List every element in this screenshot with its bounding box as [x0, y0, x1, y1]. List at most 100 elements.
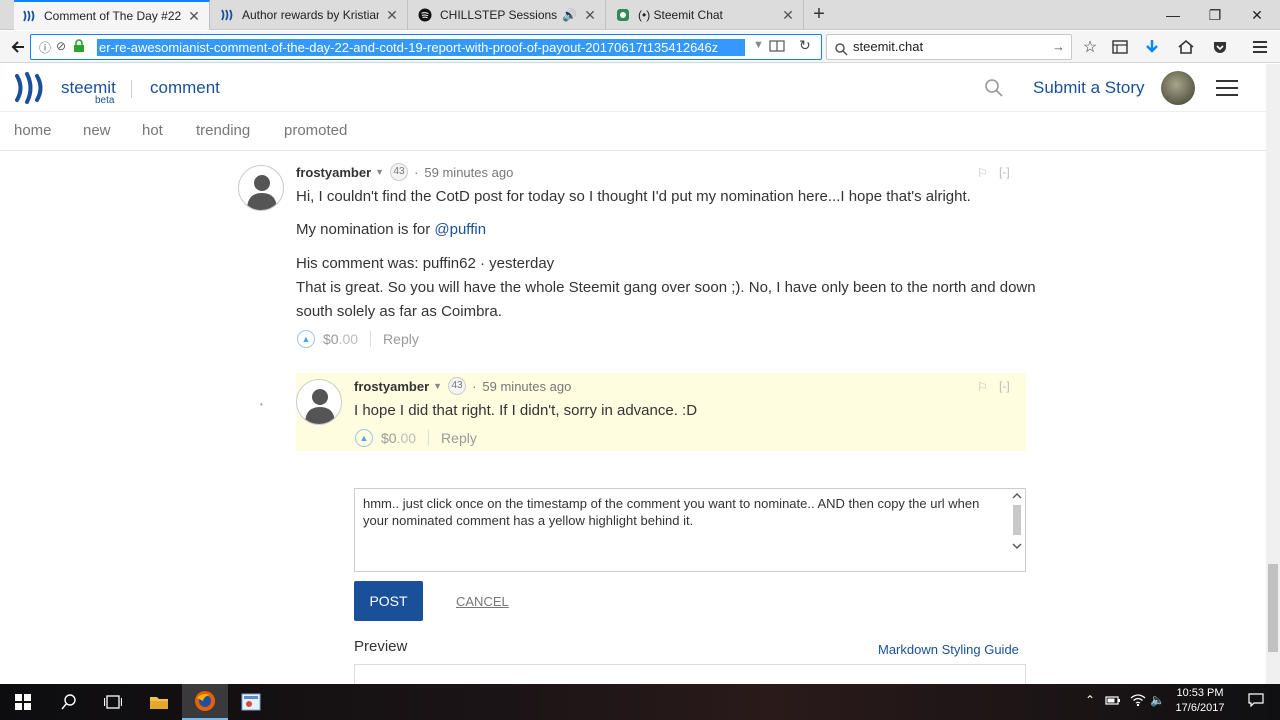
flag-icon[interactable]: ⚐ [977, 380, 988, 394]
bookmark-star-icon[interactable]: ☆ [1078, 35, 1102, 59]
submit-story-link[interactable]: Submit a Story [1033, 78, 1145, 98]
browser-tab-2[interactable]: Author rewards by Kristian K ✕ [212, 0, 408, 30]
library-icon[interactable] [1108, 35, 1132, 59]
speaker-icon[interactable]: 🔊 [562, 8, 577, 22]
marker-dot: • [260, 400, 263, 409]
author-dropdown-icon[interactable]: ▼ [433, 381, 442, 391]
close-tab-icon[interactable]: ✕ [781, 7, 795, 24]
comment-timestamp[interactable]: 59 minutes ago [482, 379, 571, 394]
comment-author[interactable]: frostyamber [296, 165, 371, 180]
nav-new[interactable]: new [83, 122, 111, 139]
system-clock[interactable]: 10:53 PM 17/6/2017 [1166, 686, 1234, 716]
notifications-icon[interactable] [1248, 693, 1264, 711]
address-bar[interactable]: ⓘ ⊘ er-re-awesomianist-comment-of-the-da… [30, 34, 822, 60]
author-dropdown-icon[interactable]: ▼ [375, 167, 384, 177]
reply-textarea[interactable]: hmm.. just click once on the timestamp o… [354, 488, 1026, 572]
browser-tab-3[interactable]: CHILLSTEP Sessions - Pu 🔊 ✕ [410, 0, 606, 30]
markdown-guide-link[interactable]: Markdown Styling Guide [878, 642, 1019, 657]
blocked-icon[interactable]: ⊘ [56, 39, 66, 53]
close-tab-icon[interactable]: ✕ [583, 7, 597, 24]
cancel-button[interactable]: CANCEL [456, 594, 509, 609]
close-tab-icon[interactable]: ✕ [187, 8, 201, 25]
search-go-icon[interactable]: → [1052, 35, 1065, 59]
payout-amount[interactable]: $0.00 [323, 331, 358, 347]
collapse-toggle[interactable]: [-] [999, 379, 1010, 393]
windows-start-icon[interactable] [0, 684, 46, 720]
paint-app-icon[interactable] [228, 684, 274, 720]
browser-menu-icon[interactable] [1248, 35, 1272, 59]
tab-title: Comment of The Day #22 -- [44, 9, 181, 23]
search-value: steemit.chat [853, 39, 924, 54]
post-button[interactable]: POST [354, 581, 423, 621]
textarea-scrollbar[interactable] [1011, 491, 1023, 551]
network-icon[interactable] [1130, 693, 1146, 711]
nav-home[interactable]: home [14, 122, 52, 139]
menu-icon[interactable] [1216, 80, 1238, 96]
url-text[interactable]: er-re-awesomianist-comment-of-the-day-22… [97, 39, 745, 56]
nav-trending[interactable]: trending [196, 122, 250, 139]
battery-icon[interactable] [1105, 693, 1121, 711]
reputation-badge: 43 [390, 163, 409, 181]
tab-title: CHILLSTEP Sessions - Pu [440, 8, 558, 22]
user-avatar[interactable] [1161, 71, 1195, 105]
file-explorer-icon[interactable] [136, 684, 182, 720]
windows-taskbar: ⌃ 🔈 10:53 PM 17/6/2017 [0, 684, 1280, 720]
browser-tab-1[interactable]: Comment of The Day #22 -- ✕ [14, 0, 210, 30]
tab-title: (•) Steemit Chat [638, 8, 723, 22]
minimize-icon[interactable]: — [1150, 0, 1196, 30]
preview-panel [354, 664, 1026, 684]
volume-icon[interactable]: 🔈 [1150, 693, 1165, 711]
site-header: steemit beta comment Submit a Story [0, 64, 1266, 112]
comment-paragraph: My nomination is for @puffin [296, 221, 487, 238]
spotify-favicon-icon [418, 8, 432, 22]
section-title: comment [150, 78, 220, 97]
nav-hot[interactable]: hot [142, 122, 163, 139]
comment-author[interactable]: frostyamber [354, 379, 429, 394]
browser-search-input[interactable]: steemit.chat → [826, 34, 1072, 60]
comment-quote: His comment was: puffin62 · yesterday Th… [296, 255, 1036, 320]
flag-icon[interactable]: ⚐ [977, 166, 988, 180]
pocket-icon[interactable] [1208, 35, 1232, 59]
comment-actions: ▲ $0.00 Reply [297, 330, 419, 348]
payout-amount[interactable]: $0.00 [381, 430, 416, 446]
reader-view-icon[interactable] [769, 39, 785, 58]
close-tab-icon[interactable]: ✕ [385, 7, 399, 24]
reply-link[interactable]: Reply [383, 331, 419, 347]
tab-title: Author rewards by Kristian K [242, 8, 379, 22]
window-close-icon[interactable]: ✕ [1234, 0, 1280, 30]
reputation-badge: 43 [448, 377, 467, 395]
user-avatar-placeholder-icon[interactable] [296, 379, 342, 425]
new-tab-icon[interactable]: + [808, 4, 830, 26]
steemit-logo-icon[interactable] [12, 70, 48, 106]
mention-link[interactable]: @puffin [434, 221, 486, 238]
comment-meta: frostyamber ▼ 43 · 59 minutes ago [354, 377, 572, 395]
download-icon[interactable] [1140, 35, 1164, 59]
search-icon [835, 40, 848, 64]
upvote-icon[interactable]: ▲ [355, 429, 373, 447]
home-icon[interactable] [1174, 35, 1198, 59]
upvote-icon[interactable]: ▲ [297, 330, 315, 348]
comment-timestamp[interactable]: 59 minutes ago [424, 165, 513, 180]
scrollbar-thumb[interactable] [1268, 564, 1278, 652]
info-icon[interactable]: ⓘ [39, 39, 51, 56]
lock-icon[interactable] [73, 39, 85, 58]
search-icon[interactable] [46, 684, 92, 720]
back-arrow-icon[interactable] [6, 35, 30, 59]
page-scrollbar[interactable] [1266, 64, 1280, 684]
browser-nav-bar: ⓘ ⊘ er-re-awesomianist-comment-of-the-da… [0, 31, 1280, 63]
reload-icon[interactable]: ↻ [799, 37, 811, 54]
steemit-favicon-icon [220, 8, 234, 22]
nav-promoted[interactable]: promoted [284, 122, 347, 139]
user-avatar-placeholder-icon[interactable] [238, 165, 284, 211]
dropdown-icon[interactable]: ▼ [753, 39, 764, 51]
collapse-toggle[interactable]: [-] [999, 165, 1010, 179]
task-view-icon[interactable] [90, 684, 136, 720]
reply-link[interactable]: Reply [441, 430, 477, 446]
search-icon[interactable] [984, 78, 1004, 98]
tray-overflow-icon[interactable]: ⌃ [1085, 693, 1095, 711]
browser-tab-4[interactable]: (•) Steemit Chat ✕ [608, 0, 804, 30]
comment-paragraph: Hi, I couldn't find the CotD post for to… [296, 188, 971, 205]
firefox-icon[interactable] [182, 684, 228, 720]
maximize-icon[interactable]: ❐ [1192, 0, 1238, 30]
header-divider [131, 80, 132, 98]
